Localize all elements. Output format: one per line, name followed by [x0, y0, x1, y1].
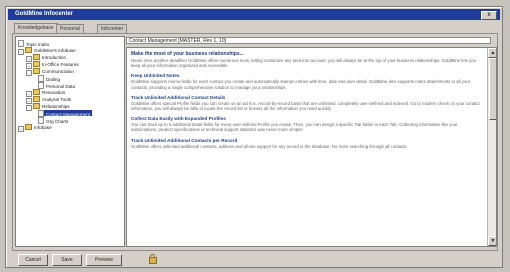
page-icon — [38, 117, 44, 124]
scroll-thumb[interactable] — [489, 58, 496, 120]
folder-icon — [33, 68, 40, 74]
document-body: Make the most of your business relations… — [131, 51, 481, 152]
cancel-button[interactable]: Cancel — [18, 254, 48, 266]
folder-icon — [25, 47, 32, 53]
save-button[interactable]: Save — [52, 254, 82, 266]
window-title: GoldMine Infocenter — [15, 11, 74, 17]
page-icon — [38, 82, 44, 89]
tree-item-label: Relationships — [42, 104, 70, 109]
scroll-down-icon[interactable]: ▼ — [488, 236, 496, 246]
tree-item-label: Introduction — [42, 55, 67, 60]
page-icon — [38, 110, 44, 117]
topic-tree[interactable]: Topic Index − GoldMine's Infobase + Introd… — [15, 36, 125, 247]
tree-item[interactable]: + In-Office Features — [26, 61, 79, 69]
section-text: You can track up to 9 additional detail … — [131, 122, 458, 133]
section-title: Keep Unlimited Notes — [131, 73, 180, 79]
tree-item[interactable]: + Analysis Tools — [26, 96, 72, 104]
tree-item[interactable]: + Introduction — [26, 54, 67, 62]
preview-button[interactable]: Preview — [86, 254, 122, 266]
tree-item-label: Renovation — [42, 90, 66, 95]
section-text: GoldMine offers unlimited additional con… — [131, 143, 408, 149]
page-icon — [38, 75, 44, 82]
folder-icon — [33, 103, 40, 109]
document-path-field[interactable]: Contact Management [MASTER, Rev 1, 10] — [126, 37, 491, 44]
tree-item-label: Communication — [42, 69, 74, 74]
folder-icon — [33, 89, 40, 95]
tab-knowledgebase[interactable]: Knowledgebase — [14, 23, 58, 33]
tab-personal-base[interactable]: Personal Base — [56, 24, 84, 40]
collapse-icon[interactable]: − — [26, 105, 32, 111]
main-panel: Topic Index − GoldMine's Infobase + Introd… — [12, 33, 498, 251]
section-text: GoldMine offers special Profile fields y… — [131, 100, 480, 112]
folder-icon — [25, 124, 32, 130]
expand-icon[interactable]: + — [18, 126, 24, 132]
tree-item-label: In-Office Features — [42, 62, 79, 67]
collapse-icon[interactable]: − — [26, 70, 32, 76]
tree-item-label: Infobase — [34, 125, 52, 130]
document-content[interactable]: Make the most of your business relations… — [126, 47, 497, 247]
tree-item[interactable]: + Infobase — [18, 124, 52, 132]
page-icon — [18, 40, 24, 47]
tab-infocenter[interactable]: Infocenter — [97, 24, 128, 33]
app-window: GoldMine Infocenter x Knowledgebase Pers… — [5, 6, 503, 268]
tree-item[interactable]: + Renovation — [26, 89, 66, 97]
collapse-icon[interactable]: − — [18, 49, 24, 55]
section-text: GoldMine supports memo fields for each c… — [131, 79, 471, 90]
page-title: Make the most of your business relations… — [131, 51, 244, 57]
tree-item[interactable]: − Communication — [26, 68, 74, 76]
tree-item-label: Analysis Tools — [42, 97, 72, 102]
vertical-scrollbar[interactable]: ▲ ▼ — [487, 48, 496, 246]
tree-item[interactable]: − Relationships — [26, 103, 70, 111]
tree-item[interactable]: Dialing — [38, 75, 60, 82]
folder-icon — [33, 96, 40, 102]
section-title: Track Unlimited Additional Contact Detai… — [131, 94, 226, 100]
folder-icon — [33, 61, 40, 67]
section-title: Track Unlimited Additional Contacts per … — [131, 137, 238, 143]
lock-icon[interactable] — [149, 254, 157, 264]
tree-item-label: GoldMine's Infobase — [34, 48, 76, 53]
section-title: Collect Data Easily with Expanded Profil… — [131, 116, 226, 122]
title-bar: GoldMine Infocenter x — [8, 9, 500, 20]
tree-item[interactable]: Org Charts — [38, 117, 68, 124]
tree-item-selected[interactable]: Contact Management — [38, 110, 92, 117]
lock-body — [149, 257, 157, 264]
scroll-up-icon[interactable]: ▲ — [488, 48, 496, 58]
tree-item[interactable]: − GoldMine's Infobase — [18, 47, 76, 55]
folder-icon — [33, 54, 40, 60]
tree-item[interactable]: Topic Index — [18, 40, 49, 47]
close-button[interactable]: x — [481, 11, 497, 20]
tree-item[interactable]: Personal Data — [38, 82, 75, 89]
intro-paragraph: Never miss another deadline! GoldMine of… — [131, 58, 477, 69]
